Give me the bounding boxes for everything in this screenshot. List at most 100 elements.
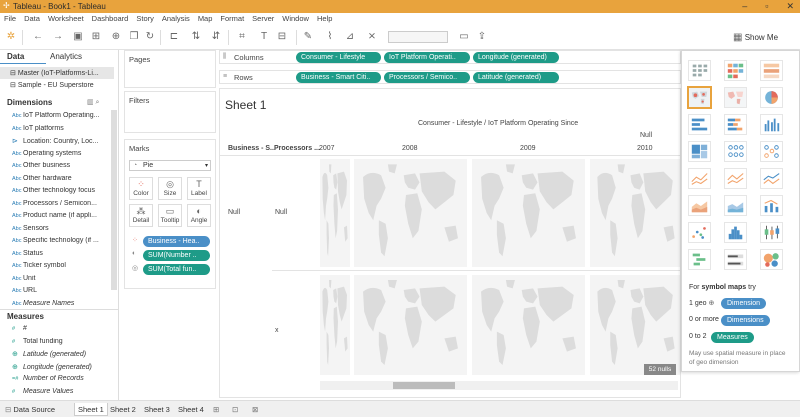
- tableau-home-icon[interactable]: ✲: [5, 31, 17, 43]
- marks-pill-sum-number[interactable]: SUM(Number ..: [143, 250, 210, 261]
- marks-pill-sum-total-funding[interactable]: SUM(Total fun..: [143, 264, 210, 275]
- scatter-plot-chart[interactable]: [688, 222, 711, 243]
- menu-story[interactable]: Story: [136, 13, 154, 25]
- size-button[interactable]: ◎ Size: [158, 177, 182, 200]
- fit-dropdown[interactable]: [388, 31, 448, 43]
- color-button[interactable]: ⁘ Color: [129, 177, 153, 200]
- histogram-chart[interactable]: [724, 222, 747, 243]
- show-me-button[interactable]: ▦ Show Me: [733, 29, 793, 46]
- field-total-funding[interactable]: # Total funding: [12, 338, 107, 345]
- dimension-tools-icon[interactable]: ▥ ⌕: [87, 98, 99, 107]
- highlight-table-chart[interactable]: [760, 60, 783, 81]
- tab-sheet-3[interactable]: Sheet 3: [141, 403, 173, 416]
- field-sensors[interactable]: Abc Sensors: [12, 225, 107, 232]
- group-icon[interactable]: ⌗: [236, 31, 248, 43]
- field-status[interactable]: Abc Status: [12, 250, 107, 257]
- rows-pill-business-smart-cities[interactable]: Business - Smart Citi..: [296, 72, 381, 83]
- field-product-name[interactable]: Abc Product name (if appli...: [12, 212, 107, 219]
- field-unit[interactable]: Abc Unit: [12, 275, 107, 282]
- bullet-graph-chart[interactable]: [724, 249, 747, 270]
- field-latitude-generated[interactable]: ⊕ Latitude (generated): [12, 350, 107, 358]
- label-button[interactable]: T Label: [187, 177, 211, 200]
- symbol-map-chart[interactable]: [688, 87, 711, 108]
- pane-scrollbar[interactable]: [111, 110, 117, 290]
- map-cell[interactable]: [354, 159, 467, 267]
- field-specific-technology[interactable]: Abc Specific technology (if ...: [12, 237, 107, 244]
- map-cell[interactable]: [472, 275, 585, 375]
- field-operating-systems[interactable]: Abc Operating systems: [12, 150, 107, 157]
- maximize-icon[interactable]: ▫: [765, 1, 768, 12]
- marks-pill-business[interactable]: Business - Hea..: [143, 236, 210, 247]
- menu-worksheet[interactable]: Worksheet: [48, 13, 84, 25]
- menu-help[interactable]: Help: [317, 13, 332, 25]
- columns-pill-longitude[interactable]: Longitude (generated): [473, 52, 559, 63]
- close-icon[interactable]: ✕: [786, 1, 794, 12]
- mark-type-dropdown[interactable]: ◔ Pie ▾: [129, 160, 211, 171]
- map-cell[interactable]: [590, 159, 680, 267]
- tooltip-button[interactable]: ▭ Tooltip: [158, 204, 182, 227]
- nulls-badge[interactable]: 52 nulls: [644, 364, 676, 375]
- tab-analytics[interactable]: Analytics: [50, 52, 82, 61]
- menu-format[interactable]: Format: [220, 13, 244, 25]
- field-measure-values[interactable]: # Measure Values: [12, 388, 107, 395]
- field-measure-names[interactable]: Abc Measure Names: [12, 300, 107, 307]
- menu-dashboard[interactable]: Dashboard: [92, 13, 129, 25]
- back-icon[interactable]: ←: [32, 31, 44, 43]
- treemap-chart[interactable]: [688, 141, 711, 162]
- area-discrete-chart[interactable]: [724, 195, 747, 216]
- highlight-icon[interactable]: ✎: [302, 31, 314, 43]
- new-dashboard-icon[interactable]: ⊡: [229, 403, 241, 416]
- field-other-technology-focus[interactable]: Abc Other technology focus: [12, 187, 107, 194]
- box-whisker-chart[interactable]: [760, 222, 783, 243]
- gantt-chart[interactable]: [688, 249, 711, 270]
- sort-ascending-icon[interactable]: ⇅: [190, 31, 202, 43]
- new-story-icon[interactable]: ⊠: [249, 403, 261, 416]
- field-number-of-records[interactable]: =# Number of Records: [12, 375, 107, 382]
- text-table-chart[interactable]: [688, 60, 711, 81]
- field-hash[interactable]: # #: [12, 325, 107, 332]
- duplicate-icon[interactable]: ❐: [128, 31, 140, 43]
- map-cell[interactable]: [472, 159, 585, 267]
- angle-button[interactable]: ◐ Angle: [187, 204, 211, 227]
- menu-server[interactable]: Server: [252, 13, 274, 25]
- field-other-hardware[interactable]: Abc Other hardware: [12, 175, 107, 182]
- field-ticker-symbol[interactable]: Abc Ticker symbol: [12, 262, 107, 269]
- forward-icon[interactable]: →: [52, 31, 64, 43]
- map-cell[interactable]: [320, 159, 350, 267]
- menu-window[interactable]: Window: [282, 13, 309, 25]
- field-iot-platforms[interactable]: Abc IoT platforms: [12, 125, 107, 132]
- new-data-source-icon[interactable]: ⊞: [90, 31, 102, 43]
- side-by-side-bars-chart[interactable]: [760, 114, 783, 135]
- minimize-icon[interactable]: –: [742, 1, 747, 12]
- annotate-icon[interactable]: ⌇: [324, 31, 336, 43]
- heat-map-chart[interactable]: [724, 60, 747, 81]
- rows-shelf[interactable]: ≡ Rows Business - Smart Citi.. Processor…: [219, 70, 681, 84]
- refresh-icon[interactable]: ↻: [144, 31, 156, 43]
- tab-sheet-1[interactable]: Sheet 1: [74, 403, 108, 416]
- new-worksheet-icon[interactable]: ⊕: [110, 31, 122, 43]
- tab-data-source[interactable]: ⊟ Data Source: [2, 403, 58, 416]
- side-by-side-circles-chart[interactable]: [760, 141, 783, 162]
- area-continuous-chart[interactable]: [688, 195, 711, 216]
- tab-sheet-2[interactable]: Sheet 2: [107, 403, 139, 416]
- pie-chart[interactable]: [760, 87, 783, 108]
- columns-pill-iot-platform[interactable]: IoT Platform Operati..: [384, 52, 470, 63]
- map-cell[interactable]: [320, 275, 350, 375]
- pages-shelf[interactable]: Pages: [124, 50, 216, 88]
- new-worksheet-icon[interactable]: ⊞: [210, 403, 222, 416]
- circle-views-chart[interactable]: [724, 141, 747, 162]
- horizontal-scrollbar[interactable]: [320, 381, 678, 390]
- field-processors[interactable]: Abc Processors / Semicon...: [12, 200, 107, 207]
- stacked-bars-chart[interactable]: [724, 114, 747, 135]
- field-url[interactable]: Abc URL: [12, 287, 107, 294]
- tab-data[interactable]: Data: [7, 52, 24, 61]
- clear-sheet-icon[interactable]: ⨯: [366, 31, 378, 43]
- tab-sheet-4[interactable]: Sheet 4: [175, 403, 207, 416]
- presentation-icon[interactable]: ▭: [458, 31, 470, 43]
- menu-file[interactable]: File: [4, 13, 16, 25]
- line-continuous-chart[interactable]: [724, 168, 747, 189]
- map-cell[interactable]: [354, 275, 467, 375]
- field-other-business[interactable]: Abc Other business: [12, 162, 107, 169]
- line-discrete-chart[interactable]: [688, 168, 711, 189]
- filters-shelf[interactable]: Filters: [124, 91, 216, 133]
